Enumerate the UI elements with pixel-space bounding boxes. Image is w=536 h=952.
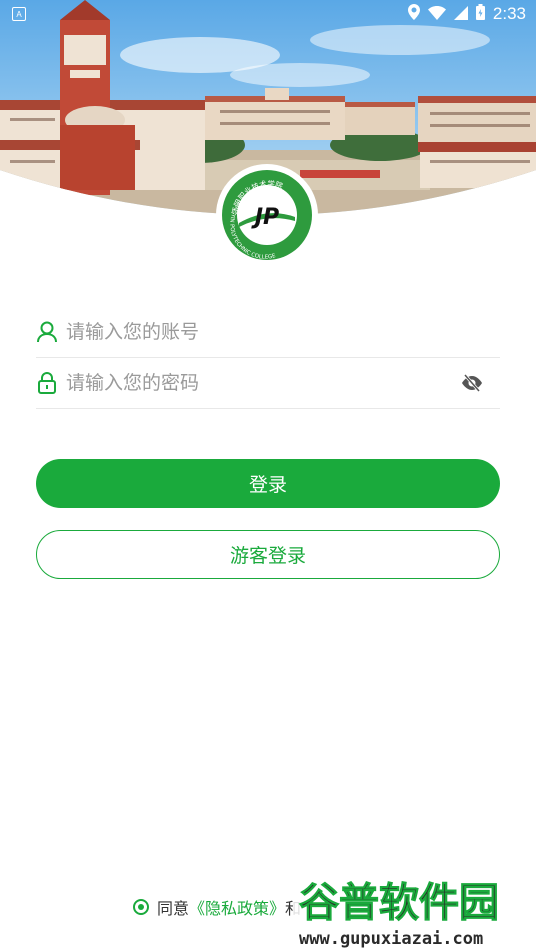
login-form xyxy=(36,307,500,409)
battery-icon xyxy=(475,4,485,24)
account-input[interactable] xyxy=(66,312,500,352)
logo-monogram: JP xyxy=(251,205,279,230)
watermark-logo: 谷普软件园 www.gupuxiazai.com xyxy=(293,866,536,952)
wifi-icon xyxy=(427,5,446,24)
notification-icon: A xyxy=(12,7,26,21)
svg-text:谷普软件园: 谷普软件园 xyxy=(299,880,499,926)
notification-glyph: A xyxy=(16,9,22,19)
login-button[interactable]: 登录 xyxy=(36,459,500,508)
privacy-policy-link[interactable]: 《隐私政策》 xyxy=(189,895,285,919)
eye-off-icon[interactable] xyxy=(460,371,484,395)
svg-text:www.gupuxiazai.com: www.gupuxiazai.com xyxy=(299,929,483,949)
lock-icon xyxy=(36,371,58,395)
password-field xyxy=(36,358,500,409)
college-logo: 江阴职业技术学院 JIANGYIN POLYTECHNIC COLLEGE JP xyxy=(215,163,319,267)
agree-prefix: 同意 xyxy=(157,899,190,918)
account-field xyxy=(36,307,500,358)
agree-radio[interactable] xyxy=(133,899,149,915)
status-bar: A 2:33 xyxy=(0,0,536,28)
signal-icon xyxy=(453,5,468,24)
privacy-agreement: 同意 《隐私政策》 和 xyxy=(133,895,301,919)
guest-login-button[interactable]: 游客登录 xyxy=(36,530,500,579)
user-icon xyxy=(36,320,58,344)
status-time: 2:33 xyxy=(492,4,526,23)
password-input[interactable] xyxy=(66,363,460,403)
location-icon xyxy=(407,4,420,24)
status-icons: 2:33 xyxy=(407,4,526,24)
